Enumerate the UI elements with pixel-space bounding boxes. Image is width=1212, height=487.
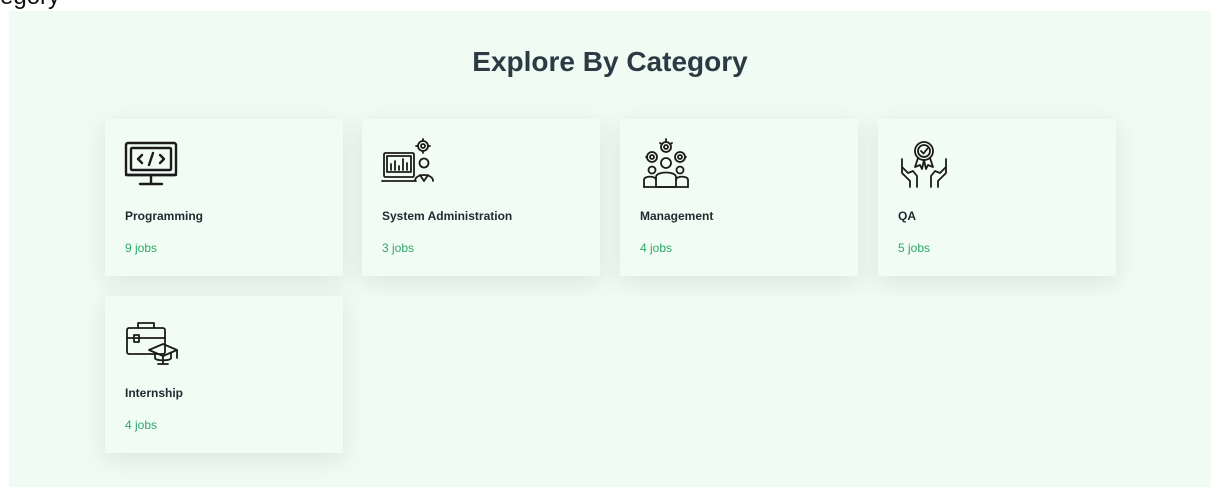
category-name: QA <box>898 209 916 223</box>
management-gears-icon <box>638 137 694 193</box>
category-name: Internship <box>125 386 184 400</box>
category-name: Management <box>640 209 714 223</box>
sysadmin-icon <box>380 137 436 193</box>
category-job-count: 9 jobs <box>125 241 158 255</box>
category-card-qa[interactable]: QA 5 jobs <box>878 119 1116 276</box>
category-job-count: 4 jobs <box>125 418 158 432</box>
category-job-count: 3 jobs <box>382 241 415 255</box>
category-card-system-administration[interactable]: System Administration 3 jobs <box>362 119 600 276</box>
top-strip: egory <box>0 0 1212 11</box>
category-card-programming[interactable]: Programming 9 jobs <box>105 119 343 276</box>
category-section: Explore By Category Programming 9 jobs S… <box>9 11 1211 487</box>
briefcase-graduation-icon <box>123 314 179 370</box>
quality-award-hands-icon <box>896 137 952 193</box>
category-job-count: 5 jobs <box>898 241 931 255</box>
cropped-heading-text: egory <box>0 0 60 9</box>
section-title: Explore By Category <box>472 46 748 77</box>
category-name: System Administration <box>382 209 513 223</box>
code-monitor-icon <box>123 137 179 193</box>
category-card-internship[interactable]: Internship 4 jobs <box>105 296 343 453</box>
category-job-count: 4 jobs <box>640 241 673 255</box>
category-name: Programming <box>125 209 204 223</box>
category-card-management[interactable]: Management 4 jobs <box>620 119 858 276</box>
